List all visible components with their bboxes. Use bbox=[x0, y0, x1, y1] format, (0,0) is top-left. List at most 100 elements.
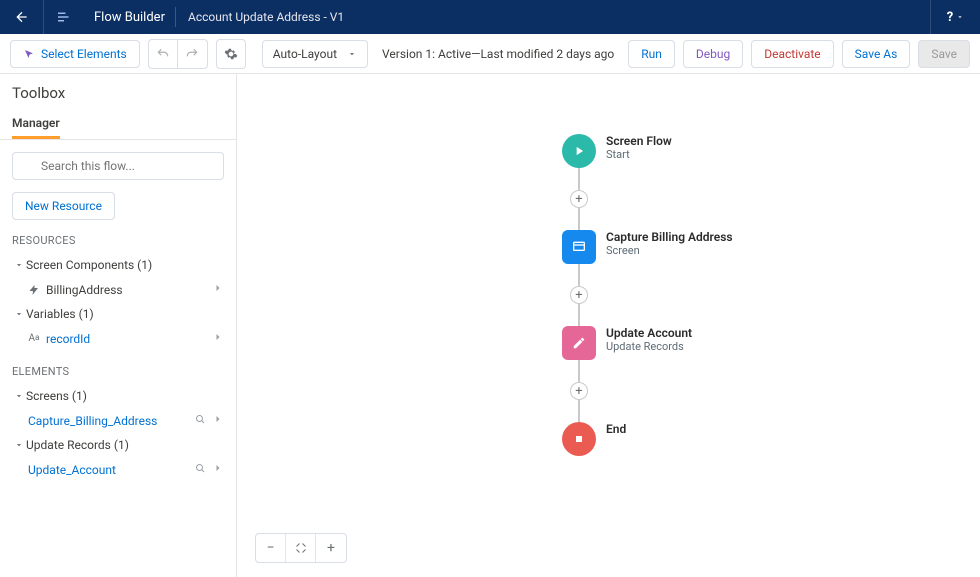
chevron-right-icon bbox=[212, 413, 224, 425]
screen-icon bbox=[562, 230, 596, 264]
connector bbox=[578, 264, 580, 286]
tree-item-billingaddress[interactable]: BillingAddress bbox=[12, 277, 224, 302]
connector bbox=[578, 360, 580, 382]
sidebar-tabs: Manager bbox=[0, 108, 236, 140]
redo-button[interactable] bbox=[178, 39, 208, 69]
save-button: Save bbox=[918, 40, 970, 68]
node-title: Update Account bbox=[606, 326, 692, 340]
node-title: Capture Billing Address bbox=[606, 230, 733, 244]
tree-item-label: Update_Account bbox=[26, 463, 188, 477]
node-text: Capture Billing Address Screen bbox=[606, 230, 733, 257]
lightning-icon bbox=[28, 284, 40, 296]
app-title: Flow Builder bbox=[84, 10, 175, 25]
tree-group-label: Screens (1) bbox=[26, 389, 224, 403]
tree-item-recordid[interactable]: Aa recordId bbox=[12, 326, 224, 351]
undo-icon bbox=[156, 47, 170, 61]
canvas[interactable]: Screen Flow Start + Capture Billing Addr… bbox=[237, 74, 980, 577]
node-subtitle: Screen bbox=[606, 244, 733, 257]
resources-section-label: RESOURCES bbox=[12, 234, 224, 247]
layout-mode-select[interactable]: Auto-Layout bbox=[262, 40, 368, 68]
tree-item-label: Capture_Billing_Address bbox=[26, 414, 188, 428]
help-icon: ? bbox=[947, 10, 953, 25]
search-icon bbox=[194, 462, 206, 474]
run-button[interactable]: Run bbox=[628, 40, 675, 68]
sidebar-title: Toolbox bbox=[0, 74, 236, 108]
stop-icon bbox=[562, 422, 596, 456]
node-text: Update Account Update Records bbox=[606, 326, 692, 353]
chevron-down-icon bbox=[956, 13, 964, 21]
node-start[interactable]: Screen Flow Start bbox=[562, 134, 733, 168]
tree-group-update-records[interactable]: Update Records (1) bbox=[12, 433, 224, 457]
node-text: End bbox=[606, 422, 626, 436]
debug-button[interactable]: Debug bbox=[683, 40, 743, 68]
tree-item-label: BillingAddress bbox=[42, 283, 206, 297]
chevron-down-icon bbox=[14, 391, 24, 401]
tree-group-screen-components[interactable]: Screen Components (1) bbox=[12, 253, 224, 277]
save-as-button[interactable]: Save As bbox=[842, 40, 911, 68]
tree-group-label: Variables (1) bbox=[26, 307, 224, 321]
tab-manager[interactable]: Manager bbox=[12, 108, 60, 139]
undo-redo-group bbox=[148, 39, 208, 69]
node-subtitle: Update Records bbox=[606, 340, 692, 353]
zoom-out-button[interactable]: − bbox=[256, 534, 286, 562]
add-node-button[interactable]: + bbox=[570, 382, 588, 400]
app-header: Flow Builder Account Update Address - V1… bbox=[0, 0, 980, 34]
node-screen[interactable]: Capture Billing Address Screen bbox=[562, 230, 733, 264]
tree-item-update-account[interactable]: Update_Account bbox=[12, 457, 224, 482]
add-node-button[interactable]: + bbox=[570, 286, 588, 304]
gear-icon bbox=[224, 47, 238, 61]
node-update[interactable]: Update Account Update Records bbox=[562, 326, 733, 360]
tree-group-variables[interactable]: Variables (1) bbox=[12, 302, 224, 326]
toolbar: Select Elements Auto-Layout Version 1: A… bbox=[0, 34, 980, 74]
undo-button[interactable] bbox=[148, 39, 178, 69]
new-resource-button[interactable]: New Resource bbox=[12, 192, 115, 220]
chevron-down-icon bbox=[14, 309, 24, 319]
search-icon bbox=[194, 413, 206, 425]
deactivate-button[interactable]: Deactivate bbox=[751, 40, 833, 68]
flow: Screen Flow Start + Capture Billing Addr… bbox=[562, 134, 733, 456]
play-icon bbox=[562, 134, 596, 168]
select-elements-label: Select Elements bbox=[41, 47, 127, 61]
arrow-left-icon bbox=[14, 9, 30, 25]
add-node-button[interactable]: + bbox=[570, 190, 588, 208]
flow-name: Account Update Address - V1 bbox=[176, 10, 356, 24]
tree-item-label: recordId bbox=[42, 332, 206, 346]
cursor-icon bbox=[23, 48, 35, 60]
select-elements-button[interactable]: Select Elements bbox=[10, 40, 140, 68]
node-end[interactable]: End bbox=[562, 422, 733, 456]
connector bbox=[578, 168, 580, 190]
version-status: Version 1: Active—Last modified 2 days a… bbox=[376, 47, 620, 61]
workspace: Toolbox Manager New Resource RESOURCES S… bbox=[0, 74, 980, 577]
flow-builder-icon bbox=[44, 8, 84, 26]
tree-group-label: Screen Components (1) bbox=[26, 258, 224, 272]
zoom-control: − + bbox=[255, 533, 347, 563]
node-text: Screen Flow Start bbox=[606, 134, 672, 161]
chevron-down-icon bbox=[347, 49, 357, 59]
node-title: End bbox=[606, 422, 626, 436]
node-subtitle: Start bbox=[606, 148, 672, 161]
elements-section-label: ELEMENTS bbox=[12, 365, 224, 378]
search-input[interactable] bbox=[12, 152, 224, 180]
chevron-down-icon bbox=[14, 440, 24, 450]
connector bbox=[578, 304, 580, 326]
redo-icon bbox=[185, 47, 199, 61]
zoom-fit-button[interactable] bbox=[286, 534, 316, 562]
tree-group-label: Update Records (1) bbox=[26, 438, 224, 452]
tree-group-screens[interactable]: Screens (1) bbox=[12, 384, 224, 408]
back-button[interactable] bbox=[0, 0, 44, 34]
settings-button[interactable] bbox=[216, 39, 246, 69]
sidebar-body: New Resource RESOURCES Screen Components… bbox=[0, 140, 236, 577]
node-title: Screen Flow bbox=[606, 134, 672, 148]
fit-icon bbox=[295, 542, 307, 554]
zoom-in-button[interactable]: + bbox=[316, 534, 346, 562]
chevron-right-icon bbox=[212, 462, 224, 474]
sidebar: Toolbox Manager New Resource RESOURCES S… bbox=[0, 74, 237, 577]
edit-icon bbox=[562, 326, 596, 360]
chevron-right-icon bbox=[212, 282, 224, 294]
help-button[interactable]: ? bbox=[930, 0, 980, 34]
connector bbox=[578, 208, 580, 230]
chevron-right-icon bbox=[212, 331, 224, 343]
layout-mode-label: Auto-Layout bbox=[273, 47, 337, 61]
chevron-down-icon bbox=[14, 260, 24, 270]
tree-item-capture-billing-address[interactable]: Capture_Billing_Address bbox=[12, 408, 224, 433]
